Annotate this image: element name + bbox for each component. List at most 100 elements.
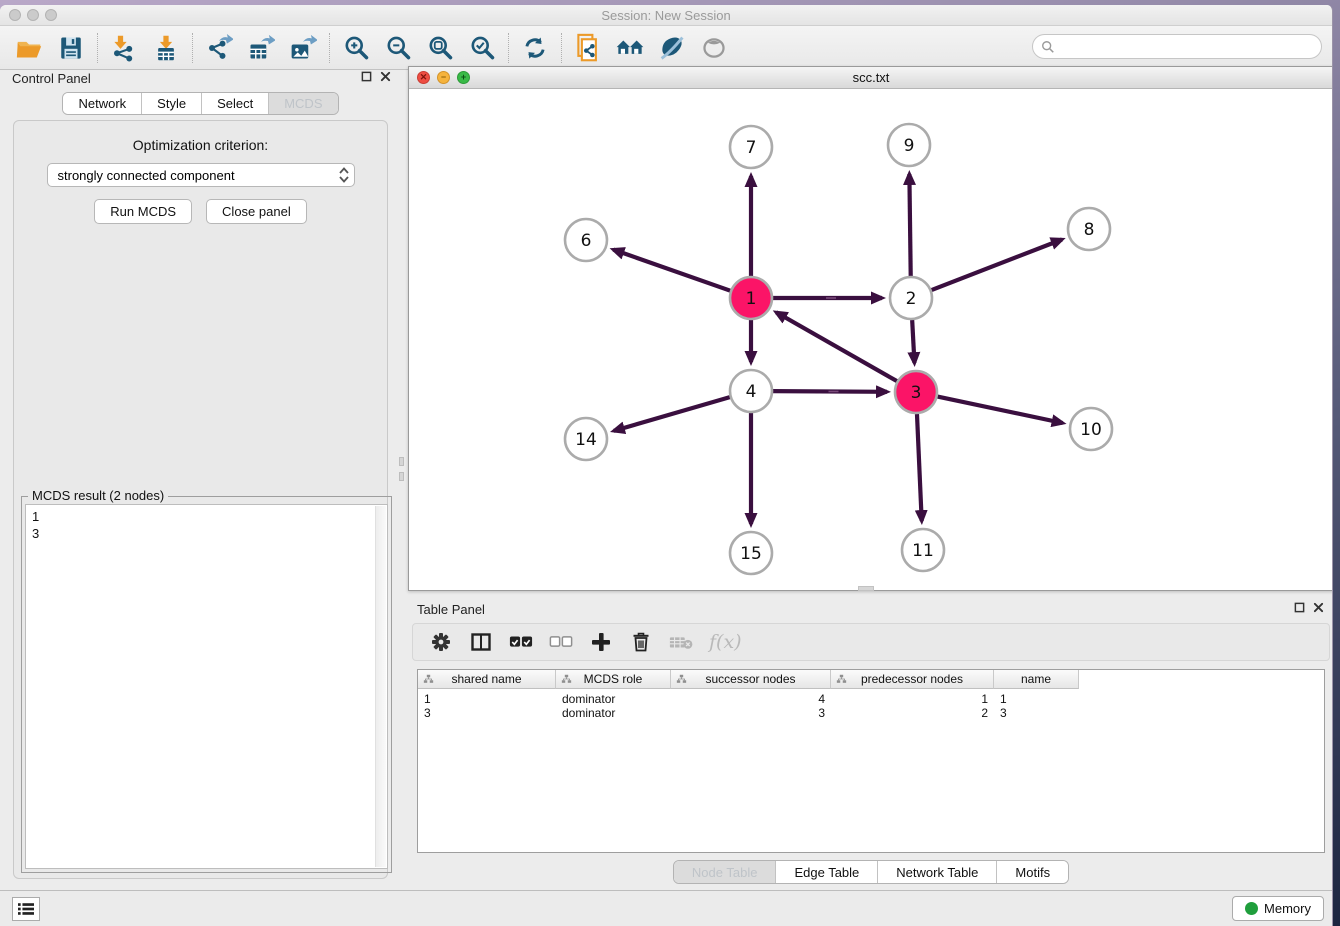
- open-session-button[interactable]: [8, 30, 50, 66]
- mcds-panel: Optimization criterion: strongly connect…: [13, 120, 388, 879]
- cell-name: 3: [994, 705, 1079, 721]
- result-scrollbar[interactable]: [375, 506, 386, 867]
- graph-node-label: 8: [1084, 220, 1095, 240]
- import-table-button[interactable]: [145, 30, 187, 66]
- export-image-button[interactable]: [282, 30, 324, 66]
- column-header-successor-nodes[interactable]: successor nodes: [671, 670, 831, 689]
- zoom-in-button[interactable]: [335, 30, 377, 66]
- tab-motifs[interactable]: Motifs: [997, 861, 1068, 883]
- delete-table-icon: [669, 634, 693, 650]
- apply-layout-button[interactable]: [514, 30, 556, 66]
- first-neighbors-button[interactable]: [609, 30, 651, 66]
- graph-edge-2-8[interactable]: [932, 239, 1062, 290]
- import-network-icon: [110, 34, 138, 62]
- cell-name: 1: [994, 691, 1079, 705]
- memory-label: Memory: [1264, 901, 1311, 916]
- network-view-window: ✕ − + scc.txt 1234678910111415: [408, 66, 1333, 591]
- tab-mcds[interactable]: MCDS: [269, 93, 337, 114]
- node-table: shared name MCDS role successor nodes: [417, 669, 1325, 853]
- delete-columns-button[interactable]: [629, 630, 653, 654]
- clone-network-button[interactable]: [567, 30, 609, 66]
- refresh-icon: [522, 35, 548, 61]
- list-icon: [18, 902, 34, 916]
- cell-successor-nodes: 4: [671, 691, 831, 705]
- column-type-icon: [561, 674, 572, 684]
- graph-node-label: 15: [740, 544, 762, 564]
- search-box: [1032, 34, 1322, 59]
- tab-network-table[interactable]: Network Table: [878, 861, 997, 883]
- graph-node-label: 14: [575, 430, 597, 450]
- tab-style[interactable]: Style: [142, 93, 202, 114]
- toolbar-separator: [97, 33, 98, 63]
- zoom-selected-button[interactable]: [461, 30, 503, 66]
- table-row[interactable]: 1 dominator 4 1 1: [418, 689, 1324, 705]
- column-type-icon: [423, 674, 434, 684]
- close-panel-button[interactable]: Close panel: [206, 199, 307, 224]
- column-type-icon: [676, 674, 687, 684]
- network-window-titlebar[interactable]: ✕ − + scc.txt: [409, 67, 1333, 89]
- table-row[interactable]: 3 dominator 3 2 3: [418, 705, 1324, 721]
- column-type-icon: [836, 674, 847, 684]
- horizontal-splitter-handle[interactable]: [858, 586, 874, 591]
- task-history-button[interactable]: [12, 897, 40, 921]
- session-title: Session: New Session: [0, 8, 1332, 23]
- plus-icon: [591, 632, 611, 652]
- zoom-out-button[interactable]: [377, 30, 419, 66]
- search-input[interactable]: [1055, 37, 1321, 57]
- zoom-fit-button[interactable]: [419, 30, 461, 66]
- graphics-details-button[interactable]: [651, 30, 693, 66]
- control-panel-tabs: Network Style Select MCDS: [62, 92, 338, 115]
- graph-node-label: 11: [912, 541, 934, 561]
- toggle-panel-columns-button[interactable]: [469, 630, 493, 654]
- unchecked-boxes-icon: [549, 635, 573, 649]
- graph-edge-3-1[interactable]: [776, 312, 897, 381]
- run-mcds-button[interactable]: Run MCDS: [94, 199, 192, 224]
- birds-eye-view-button[interactable]: [693, 30, 735, 66]
- export-image-icon: [289, 34, 317, 62]
- graph-edge-1-6[interactable]: [613, 250, 730, 291]
- vertical-splitter-handle[interactable]: [398, 452, 405, 486]
- application-window: Session: New Session: [0, 5, 1333, 926]
- optimization-criterion-label: Optimization criterion:: [14, 137, 387, 153]
- optimization-criterion-select[interactable]: strongly connected component: [47, 163, 355, 187]
- add-column-button[interactable]: [589, 630, 613, 654]
- memory-button[interactable]: Memory: [1232, 896, 1324, 921]
- select-all-columns-button[interactable]: [509, 630, 533, 654]
- tab-select[interactable]: Select: [202, 93, 269, 114]
- mcds-result-textarea[interactable]: 1 3: [25, 504, 388, 869]
- export-table-button[interactable]: [240, 30, 282, 66]
- graph-edge-3-10[interactable]: [938, 397, 1063, 423]
- column-header-predecessor-nodes[interactable]: predecessor nodes: [831, 670, 994, 689]
- float-table-panel-icon[interactable]: [1294, 602, 1305, 613]
- result-line: 3: [26, 525, 387, 542]
- graph-edge-4-14[interactable]: [614, 397, 730, 431]
- zoom-out-icon: [384, 34, 412, 62]
- graph-node-label: 9: [904, 136, 915, 156]
- export-network-button[interactable]: [198, 30, 240, 66]
- float-panel-icon[interactable]: [361, 71, 372, 82]
- tab-edge-table[interactable]: Edge Table: [776, 861, 878, 883]
- network-canvas[interactable]: 1234678910111415: [409, 89, 1333, 590]
- graph-edge-3-11[interactable]: [917, 414, 922, 521]
- toolbar-separator: [561, 33, 562, 63]
- close-panel-icon[interactable]: [380, 71, 391, 82]
- graph-edge-2-3[interactable]: [912, 320, 914, 363]
- mcds-result-groupbox: MCDS result (2 nodes) 1 3: [21, 496, 392, 873]
- save-session-button[interactable]: [50, 30, 92, 66]
- close-table-panel-icon[interactable]: [1313, 602, 1324, 613]
- tab-node-table[interactable]: Node Table: [674, 861, 777, 883]
- graph-edge-2-9[interactable]: [909, 174, 910, 276]
- graph-node-label: 4: [746, 382, 757, 402]
- result-line: 1: [26, 505, 387, 525]
- import-network-button[interactable]: [103, 30, 145, 66]
- tab-network[interactable]: Network: [63, 93, 142, 114]
- column-header-mcds-role[interactable]: MCDS role: [556, 670, 671, 689]
- toolbar-separator: [192, 33, 193, 63]
- zoom-selected-icon: [468, 34, 496, 62]
- select-stepper-icon: [338, 166, 350, 184]
- column-header-shared-name[interactable]: shared name: [418, 670, 556, 689]
- table-settings-button[interactable]: [429, 630, 453, 654]
- save-icon: [58, 35, 84, 61]
- column-header-name[interactable]: name: [994, 670, 1079, 689]
- unselect-all-columns-button[interactable]: [549, 630, 573, 654]
